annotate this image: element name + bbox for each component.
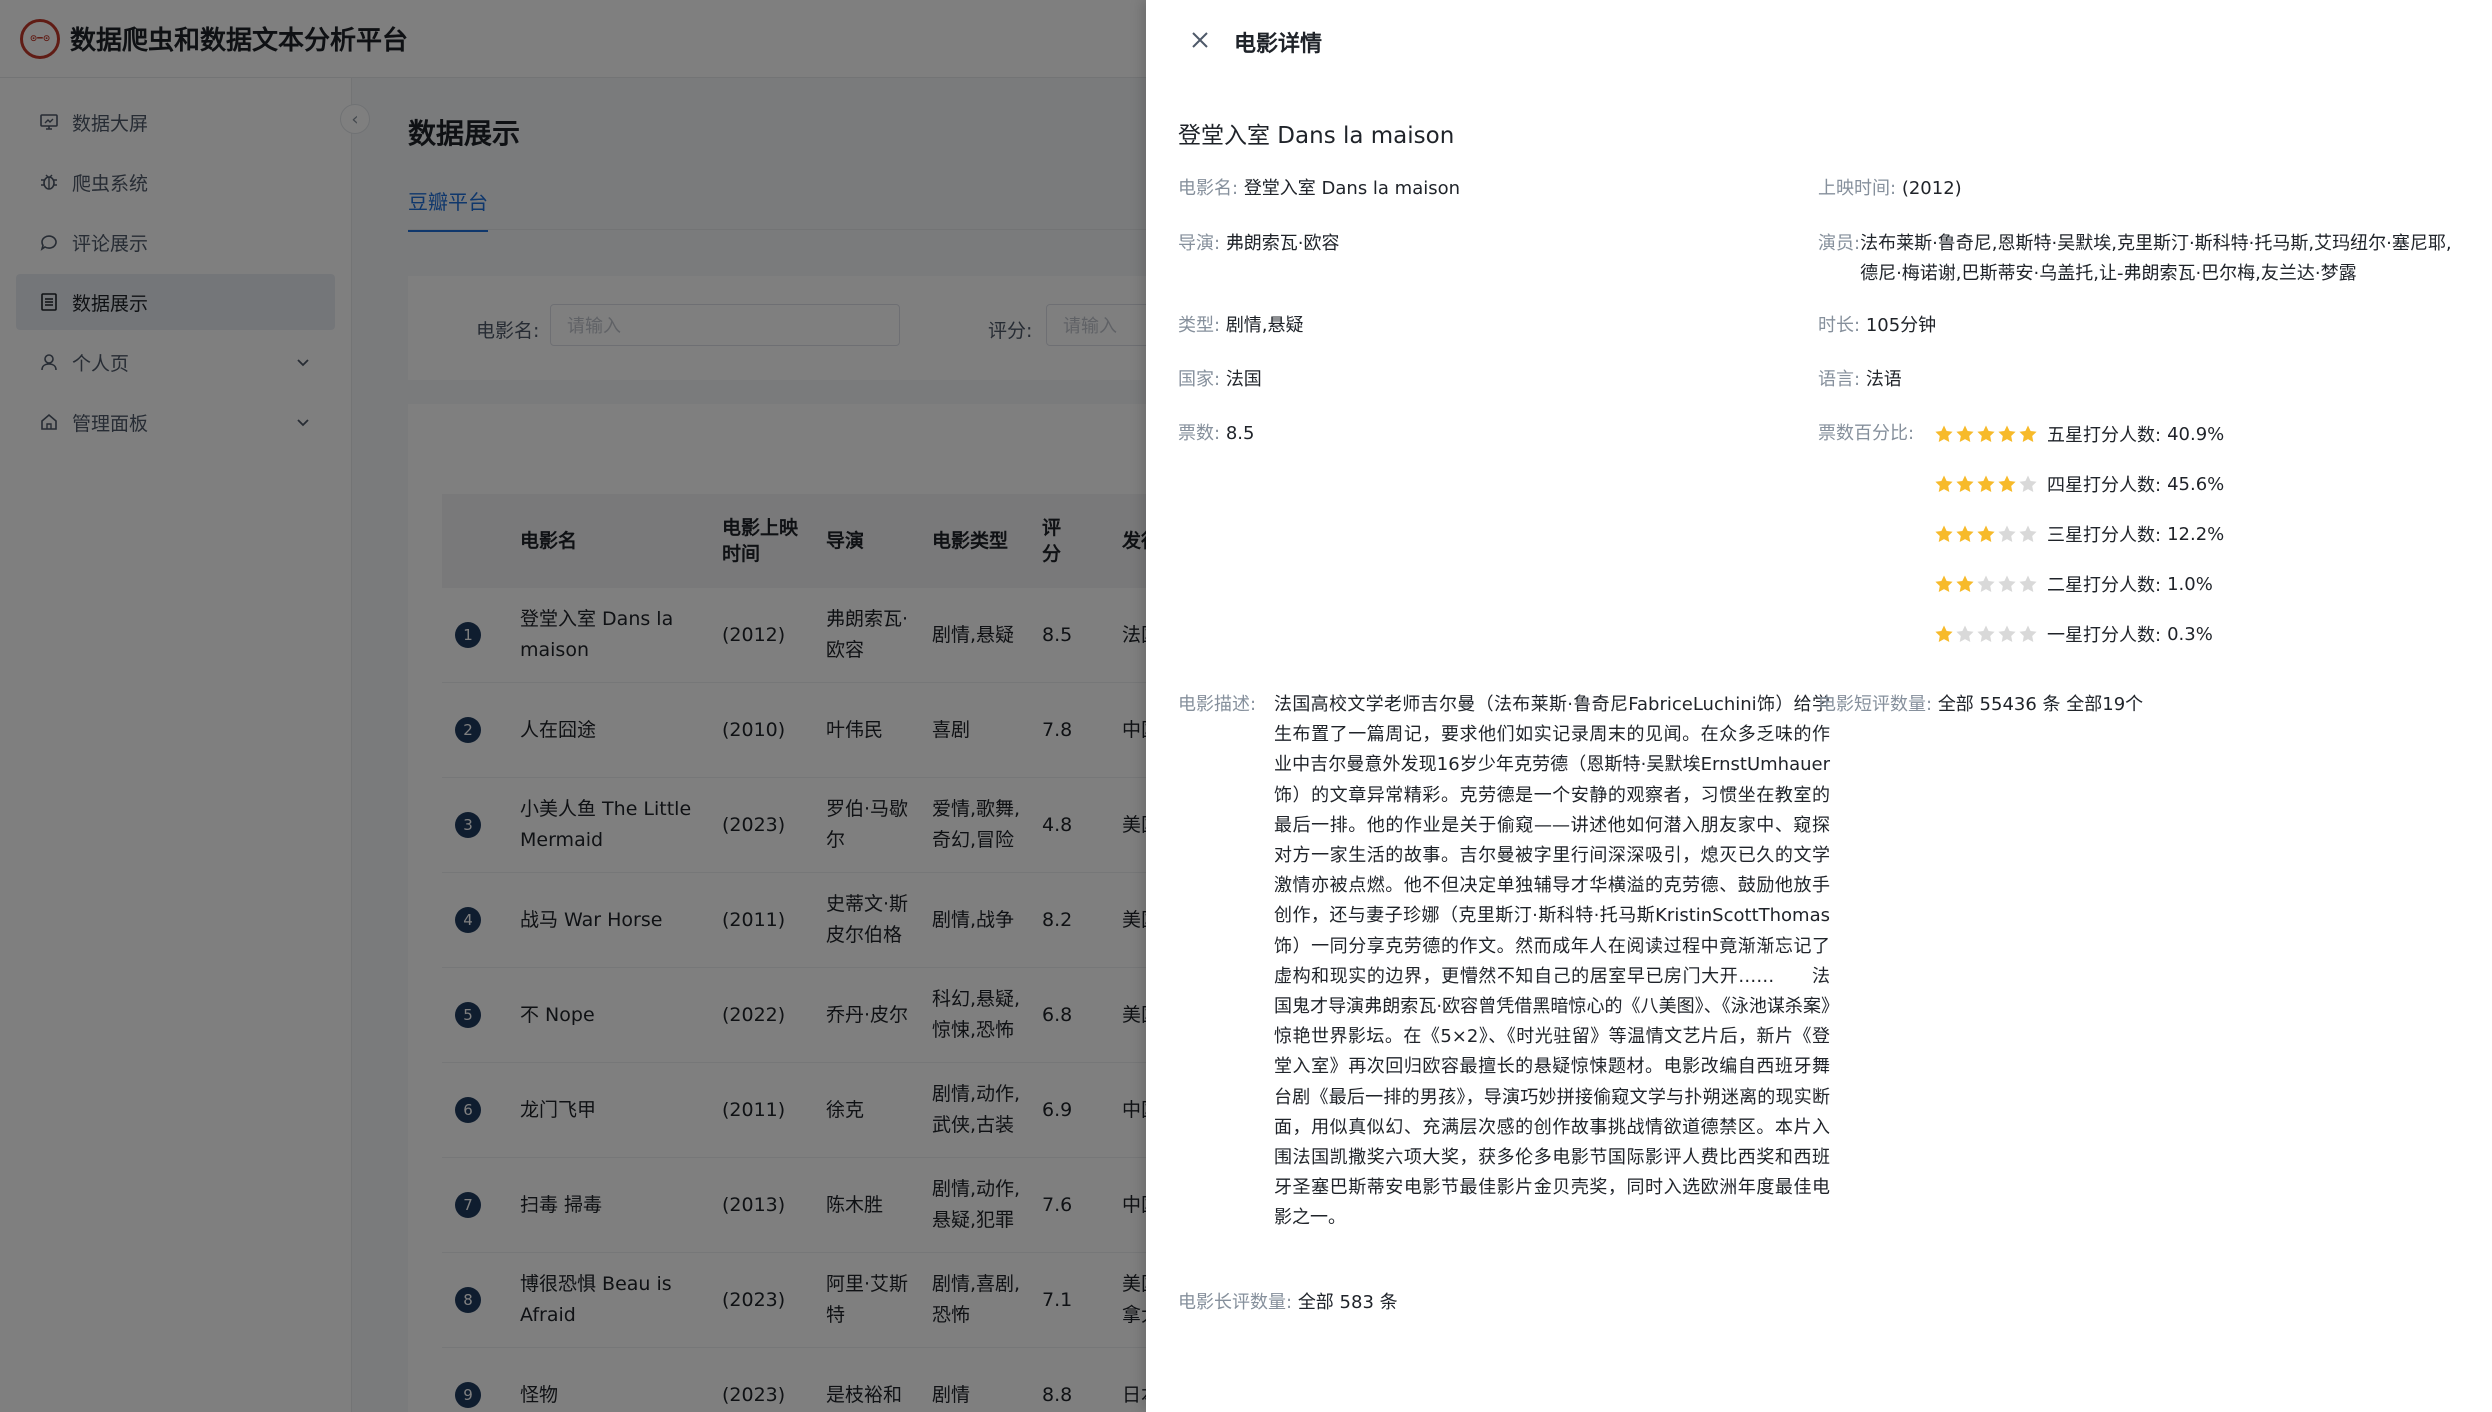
type-field: 类型: 剧情,悬疑	[1178, 311, 1304, 341]
actors-field: 演员: 法布莱斯·鲁奇尼,恩斯特·吴默埃,克里斯汀·斯科特·托马斯,艾玛纽尔·塞…	[1818, 229, 2458, 289]
star-rating	[1934, 624, 2039, 644]
rating-label: 三星打分人数:	[2047, 525, 2162, 546]
field-label: 类型:	[1178, 315, 1221, 336]
rating-percentage: 0.3%	[2167, 623, 2213, 645]
star-filled-icon	[1998, 475, 2016, 492]
field-value: 法国	[1225, 369, 1262, 390]
star-filled-icon	[1956, 525, 1974, 542]
star-filled-icon	[1935, 525, 1953, 542]
language-field: 语言: 法语	[1818, 365, 1902, 395]
star-filled-icon	[1956, 475, 1974, 492]
director-field: 导演: 弗朗索瓦·欧容	[1178, 229, 1340, 259]
rating-percentage: 40.9%	[2167, 423, 2225, 445]
field-value: 法布莱斯·鲁奇尼,恩斯特·吴默埃,克里斯汀·斯科特·托马斯,艾玛纽尔·塞尼耶,德…	[1860, 233, 2452, 284]
release-field: 上映时间: (2012)	[1818, 174, 1962, 204]
field-label: 导演:	[1178, 233, 1221, 254]
star-empty-icon	[2019, 525, 2037, 542]
field-value: (2012)	[1901, 178, 1962, 199]
star-filled-icon	[1935, 575, 1953, 592]
field-label: 演员:	[1818, 233, 1861, 254]
field-value: 剧情,悬疑	[1225, 315, 1304, 336]
star-filled-icon	[1935, 425, 1953, 442]
field-value: 全部 583 条	[1297, 1292, 1398, 1313]
rating-row: 五星打分人数: 40.9%	[1934, 419, 2224, 449]
description-text: 法国高校文学老师吉尔曼（法布莱斯·鲁奇尼FabriceLuchini饰）给学生布…	[1274, 694, 1830, 1229]
rating-row: 三星打分人数: 12.2%	[1934, 519, 2224, 549]
field-label: 票数:	[1178, 423, 1221, 444]
rating-row: 二星打分人数: 1.0%	[1934, 569, 2213, 599]
star-filled-icon	[1935, 625, 1953, 642]
star-filled-icon	[2019, 425, 2037, 442]
field-label: 语言:	[1818, 369, 1861, 390]
field-value: 8.5	[1225, 423, 1255, 444]
country-field: 国家: 法国	[1178, 365, 1262, 395]
rating-row: 一星打分人数: 0.3%	[1934, 619, 2213, 649]
rating-label: 一星打分人数:	[2047, 625, 2162, 646]
star-rating	[1934, 424, 2039, 444]
field-value: 105分钟	[1865, 315, 1937, 336]
rating-label: 四星打分人数:	[2047, 475, 2162, 496]
movie-detail-drawer: 电影详情 登堂入室 Dans la maison 电影名: 登堂入室 Dans …	[1146, 0, 2492, 1412]
star-filled-icon	[1977, 525, 1995, 542]
field-label: 电影长评数量:	[1178, 1292, 1293, 1313]
rating-percentage: 45.6%	[2167, 473, 2225, 495]
description-label-text: 电影描述:	[1178, 694, 1257, 715]
rating-percentage: 12.2%	[2167, 523, 2225, 545]
star-filled-icon	[1956, 425, 1974, 442]
field-value: 全部 55436 条 全部19个	[1937, 694, 2144, 715]
field-label: 票数百分比:	[1818, 423, 1915, 444]
long-reviews-field: 电影长评数量: 全部 583 条	[1178, 1288, 1398, 1318]
star-filled-icon	[1956, 575, 1974, 592]
field-value: 登堂入室 Dans la maison	[1243, 178, 1461, 199]
drawer-overlay[interactable]	[0, 0, 1146, 1412]
star-rating	[1934, 524, 2039, 544]
field-label: 国家:	[1178, 369, 1221, 390]
star-empty-icon	[1977, 575, 1995, 592]
short-reviews-field: 电影短评数量: 全部 55436 条 全部19个	[1818, 690, 2143, 720]
field-label: 上映时间:	[1818, 178, 1897, 199]
rating-label: 五星打分人数:	[2047, 425, 2162, 446]
star-rating	[1934, 574, 2039, 594]
star-rating	[1934, 474, 2039, 494]
star-empty-icon	[2019, 625, 2037, 642]
movie-title: 登堂入室 Dans la maison	[1178, 123, 1455, 149]
field-label: 时长:	[1818, 315, 1861, 336]
star-filled-icon	[1998, 425, 2016, 442]
close-icon[interactable]	[1186, 26, 1214, 54]
field-value: 弗朗索瓦·欧容	[1225, 233, 1340, 254]
star-empty-icon	[1998, 575, 2016, 592]
duration-field: 时长: 105分钟	[1818, 311, 1936, 341]
field-label: 电影名:	[1178, 178, 1239, 199]
movie-name-field: 电影名: 登堂入室 Dans la maison	[1178, 174, 1460, 204]
star-empty-icon	[1998, 525, 2016, 542]
field-label: 电影短评数量:	[1818, 694, 1933, 715]
votes-field: 票数: 8.5	[1178, 419, 1254, 449]
star-empty-icon	[1998, 625, 2016, 642]
star-empty-icon	[1977, 625, 1995, 642]
rating-percentage: 1.0%	[2167, 573, 2213, 595]
vote-percentage-label: 票数百分比:	[1818, 419, 1914, 449]
star-empty-icon	[2019, 475, 2037, 492]
drawer-title: 电影详情	[1234, 32, 1323, 57]
star-filled-icon	[1935, 475, 1953, 492]
field-value: 法语	[1865, 369, 1902, 390]
star-filled-icon	[1977, 475, 1995, 492]
star-empty-icon	[1956, 625, 1974, 642]
star-empty-icon	[2019, 575, 2037, 592]
rating-row: 四星打分人数: 45.6%	[1934, 469, 2224, 499]
rating-label: 二星打分人数:	[2047, 575, 2162, 596]
star-filled-icon	[1977, 425, 1995, 442]
